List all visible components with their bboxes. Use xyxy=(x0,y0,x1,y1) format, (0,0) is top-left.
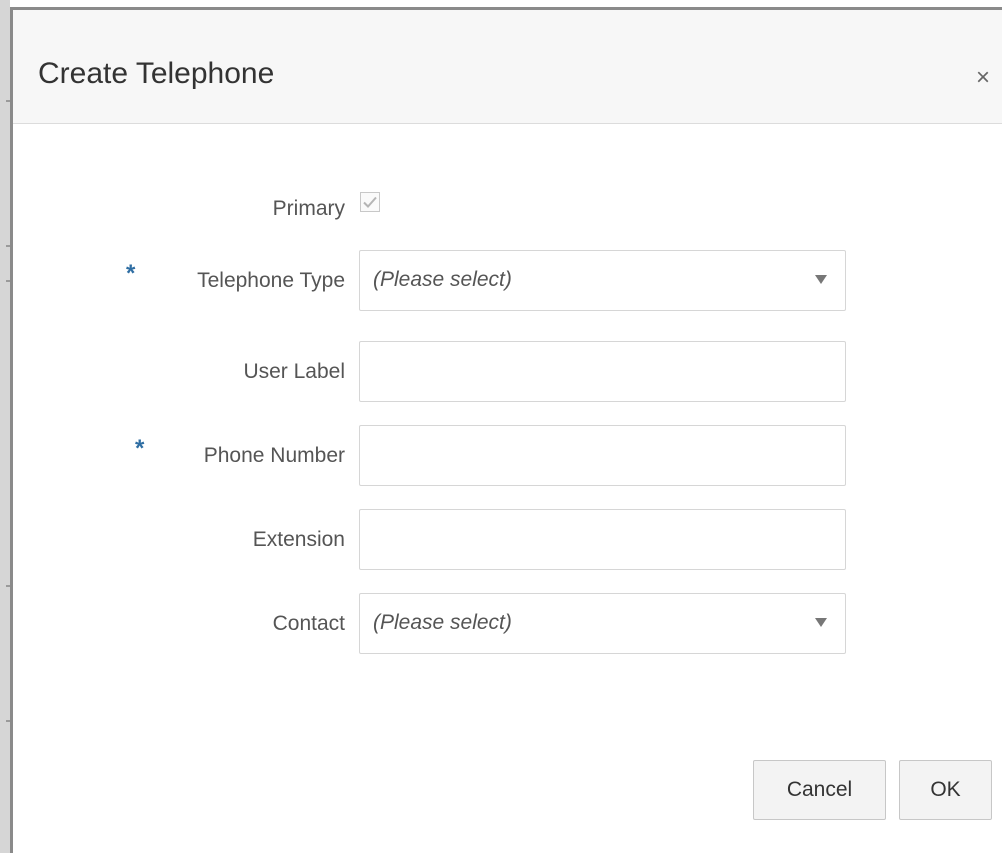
cancel-button[interactable]: Cancel xyxy=(753,760,886,820)
extension-row: Extension xyxy=(13,509,1002,570)
contact-value: (Please select) xyxy=(373,611,512,634)
extension-label: Extension xyxy=(252,528,345,551)
dialog-header: Create Telephone × xyxy=(13,10,1002,124)
contact-select[interactable]: (Please select) xyxy=(359,593,846,654)
telephone-type-label: Telephone Type xyxy=(197,269,345,292)
background-page-edge xyxy=(0,0,10,853)
user-label-row: User Label xyxy=(13,341,1002,402)
phone-number-row: * Phone Number xyxy=(13,425,1002,486)
contact-row: Contact (Please select) xyxy=(13,593,1002,654)
extension-field[interactable] xyxy=(359,509,846,570)
phone-number-label: Phone Number xyxy=(203,444,345,467)
close-icon[interactable]: × xyxy=(970,65,996,91)
user-label-label: User Label xyxy=(243,360,345,383)
telephone-type-select[interactable]: (Please select) xyxy=(359,250,846,311)
checkmark-icon xyxy=(363,196,377,208)
phone-number-input[interactable] xyxy=(360,426,845,485)
chevron-down-icon[interactable] xyxy=(815,275,827,284)
telephone-type-row: * Telephone Type (Please select) xyxy=(13,250,1002,311)
telephone-type-value: (Please select) xyxy=(373,268,512,291)
required-asterisk: * xyxy=(135,435,145,462)
primary-checkbox[interactable] xyxy=(360,192,380,212)
required-asterisk: * xyxy=(126,260,136,287)
extension-input[interactable] xyxy=(360,510,845,569)
contact-label: Contact xyxy=(272,612,345,635)
ok-button[interactable]: OK xyxy=(899,760,992,820)
dialog-title: Create Telephone xyxy=(38,57,275,90)
create-telephone-dialog: Create Telephone × Primary * Telephone T… xyxy=(10,7,1002,853)
user-label-field[interactable] xyxy=(359,341,846,402)
user-label-input[interactable] xyxy=(360,342,845,401)
phone-number-field[interactable] xyxy=(359,425,846,486)
chevron-down-icon[interactable] xyxy=(815,618,827,627)
primary-row: Primary xyxy=(13,190,1002,220)
primary-label: Primary xyxy=(272,197,345,220)
